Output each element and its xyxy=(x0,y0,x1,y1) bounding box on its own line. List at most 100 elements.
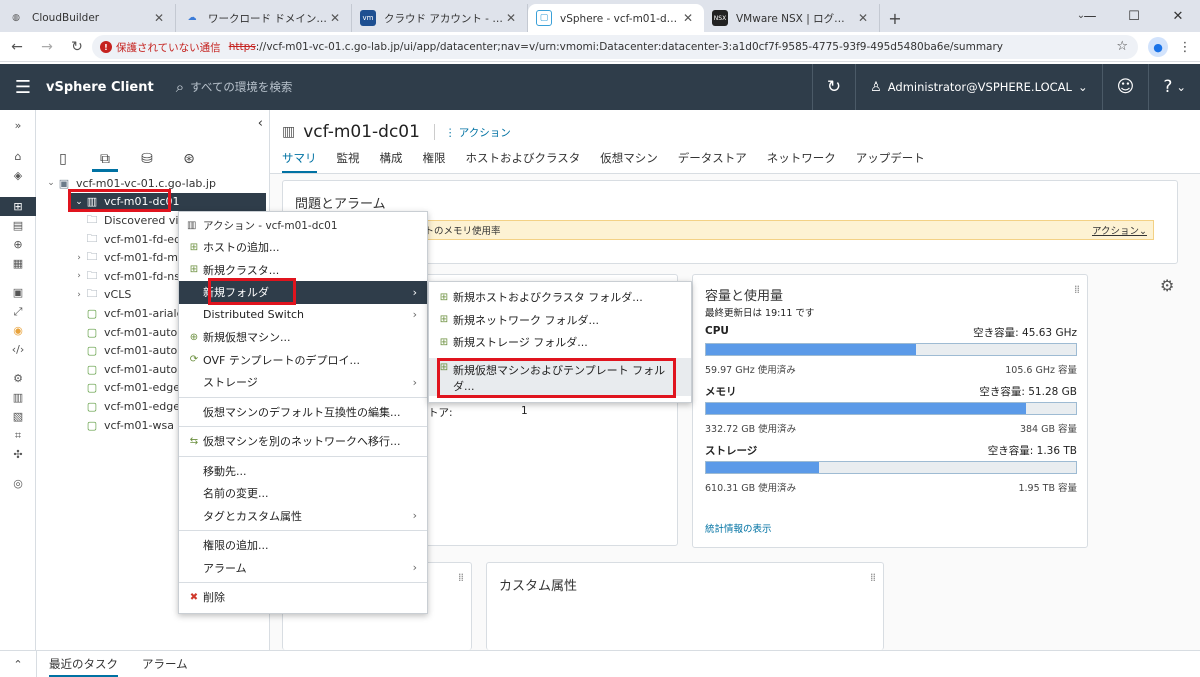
vms-templates-tab-icon[interactable]: ⧉ xyxy=(84,146,126,172)
security-warning[interactable]: ! 保護されていない通信 xyxy=(100,40,221,55)
menu-item[interactable]: ✖ 削除 xyxy=(179,586,427,609)
close-icon[interactable]: ✕ xyxy=(855,11,871,25)
tab-recent-tasks[interactable]: 最近のタスク xyxy=(49,651,118,677)
submenu-item[interactable]: ⊞ 新規ストレージ フォルダ... xyxy=(429,331,691,354)
tab-object-7[interactable]: ネットワーク xyxy=(767,150,836,172)
feedback-icon[interactable]: ☺ xyxy=(1103,64,1149,110)
networking-tab-icon[interactable]: ⊛ xyxy=(168,146,210,172)
lifecycle-icon[interactable]: ◉ xyxy=(0,321,36,340)
shortcuts-icon[interactable]: ◈ xyxy=(0,166,36,185)
tab-object-0[interactable]: サマリ xyxy=(282,150,317,174)
menu-item[interactable]: ストレージ › xyxy=(179,371,427,394)
menu-item[interactable]: 仮想マシンのデフォルト互換性の編集... xyxy=(179,401,427,424)
drag-handle-icon[interactable]: ⁞⁞ xyxy=(1074,283,1080,296)
resource-free: 空き容量: 45.63 GHz xyxy=(973,327,1077,339)
tab-object-1[interactable]: 監視 xyxy=(337,150,360,172)
chevron-down-icon[interactable]: ⌄ xyxy=(46,178,56,188)
submenu-item[interactable]: ⊞ 新規ホストおよびクラスタ フォルダ... xyxy=(429,286,691,309)
browser-tab-assembler[interactable]: vm クラウド アカウント - Assembler ✕ xyxy=(352,4,528,32)
tree-item-label: vcf-m01-fd-mg xyxy=(104,251,186,265)
forward-icon[interactable]: → xyxy=(34,34,60,60)
skyline-icon[interactable]: ◎ xyxy=(0,474,36,493)
plugins-icon[interactable]: ✣ xyxy=(0,445,36,464)
menu-item[interactable]: タグとカスタム属性 › xyxy=(179,505,427,528)
workload-icon[interactable]: ⊕ xyxy=(0,235,36,254)
gear-icon[interactable]: ⚙ xyxy=(1160,276,1174,295)
alarm-actions-link[interactable]: アクション⌄ xyxy=(1092,223,1147,237)
user-menu[interactable]: ♙ Administrator@VSPHERE.LOCAL ⌄ xyxy=(856,64,1101,110)
reload-icon[interactable]: ↻ xyxy=(64,34,90,60)
help-menu[interactable]: ? ⌄ xyxy=(1149,64,1200,110)
chevron-up-icon[interactable]: ⌃ xyxy=(0,658,36,671)
drag-handle-icon[interactable]: ⁞⁞ xyxy=(870,571,876,584)
global-inventory-icon[interactable]: ▦ xyxy=(0,254,36,273)
close-window-icon[interactable]: ✕ xyxy=(1156,0,1200,32)
menu-item[interactable]: アラーム › xyxy=(179,557,427,580)
shortcut-rail: » ⌂ ◈ ⊞ ▤ ⊕ ▦ ▣ ⤢ ◉ ‹/› ⚙ ▥ ▧ ⌗ ✣ ◎ xyxy=(0,110,36,650)
menu-item[interactable]: ⇆ 仮想マシンを別のネットワークへ移行... xyxy=(179,430,427,453)
actions-menu-button[interactable]: ⋮ アクション xyxy=(445,125,511,140)
expand-rail-icon[interactable]: » xyxy=(0,116,36,135)
menu-item[interactable]: Distributed Switch › xyxy=(179,304,427,327)
menu-item[interactable]: ⟳ OVF テンプレートのデプロイ... xyxy=(179,349,427,372)
tasks-icon[interactable]: ▥ xyxy=(0,388,36,407)
tab-object-6[interactable]: データストア xyxy=(678,150,747,172)
browser-tab-vsphere[interactable]: ▢ vSphere - vcf-m01-dc01 - サマリ ✕ xyxy=(528,4,704,32)
menu-item-label: 移動先... xyxy=(203,464,247,478)
auto-deploy-icon[interactable]: ⤢ xyxy=(0,302,36,321)
tags-icon[interactable]: ⌗ xyxy=(0,426,36,445)
hamburger-menu-icon[interactable]: ☰ xyxy=(0,77,46,98)
policies-icon[interactable]: ▣ xyxy=(0,283,36,302)
maximize-icon[interactable]: ☐ xyxy=(1112,0,1156,32)
refresh-icon[interactable]: ↻ xyxy=(813,64,855,110)
close-icon[interactable]: ✕ xyxy=(151,11,167,25)
new-tab-button[interactable]: + xyxy=(880,4,910,32)
menu-item[interactable]: 権限の追加... xyxy=(179,534,427,557)
menu-item[interactable]: ⊞ ホストの追加... xyxy=(179,236,427,259)
profile-icon[interactable]: ● xyxy=(1148,37,1168,57)
capacity-resource: CPU 空き容量: 45.63 GHz 59.97 GHz 使用済み 105.6 GH… xyxy=(705,325,1077,376)
close-icon[interactable]: ✕ xyxy=(327,11,343,25)
developer-icon[interactable]: ‹/› xyxy=(0,340,36,359)
datacenter-icon: ▥ xyxy=(187,219,197,231)
storage-tab-icon[interactable]: ⛁ xyxy=(126,146,168,172)
tab-object-2[interactable]: 構成 xyxy=(380,150,403,172)
events-icon[interactable]: ▧ xyxy=(0,407,36,426)
minimize-icon[interactable]: — xyxy=(1068,0,1112,32)
migrate-network-icon: ⇆ xyxy=(189,435,199,447)
hosts-clusters-tab-icon[interactable]: ▯ xyxy=(42,146,84,172)
tab-object-5[interactable]: 仮想マシン xyxy=(600,150,658,172)
stats-link[interactable]: 統計情報の表示 xyxy=(705,521,772,535)
tab-object-8[interactable]: アップデート xyxy=(856,150,925,172)
administration-icon[interactable]: ⚙ xyxy=(0,369,36,388)
chevron-right-icon[interactable]: › xyxy=(74,290,84,300)
menu-item[interactable]: 名前の変更... xyxy=(179,482,427,505)
tab-title: ワークロード ドメイン - サマリ xyxy=(208,12,327,25)
back-icon[interactable]: ← xyxy=(4,34,30,60)
new-cluster-icon: ⊞ xyxy=(189,264,199,276)
tab-object-4[interactable]: ホストおよびクラスタ xyxy=(466,150,581,172)
tab-object-3[interactable]: 権限 xyxy=(423,150,446,172)
content-library-icon[interactable]: ▤ xyxy=(0,216,36,235)
collapse-panel-icon[interactable]: ‹ xyxy=(258,116,263,131)
global-search[interactable]: ⌕ すべての環境を検索 xyxy=(176,78,293,96)
menu-item[interactable]: 移動先... xyxy=(179,460,427,483)
home-icon[interactable]: ⌂ xyxy=(0,147,36,166)
star-icon[interactable]: ☆ xyxy=(1116,39,1128,54)
drag-handle-icon[interactable]: ⁞⁞ xyxy=(458,571,464,584)
inventory-icon[interactable]: ⊞ xyxy=(0,197,36,216)
menu-item[interactable]: ⊕ 新規仮想マシン... xyxy=(179,326,427,349)
more-icon[interactable]: ⋮ xyxy=(1176,37,1194,57)
browser-tab-workload-domain[interactable]: ☁ ワークロード ドメイン - サマリ ✕ xyxy=(176,4,352,32)
submenu-item[interactable]: ⊞ 新規ネットワーク フォルダ... xyxy=(429,309,691,332)
browser-tab-cloudbuilder[interactable]: ◍ CloudBuilder ✕ xyxy=(0,4,176,32)
chevron-right-icon[interactable]: › xyxy=(74,271,84,281)
tab-alarms[interactable]: アラーム xyxy=(142,651,188,677)
search-icon: ⌕ xyxy=(175,78,185,96)
close-icon[interactable]: ✕ xyxy=(503,11,519,25)
context-menu: ▥ アクション - vcf-m01-dc01 ⊞ ホストの追加... ⊞ 新規クラスタ..… xyxy=(178,211,428,614)
url-input[interactable]: ! 保護されていない通信 https ://vcf-m01-vc-01.c.go… xyxy=(92,35,1138,59)
browser-tab-nsx[interactable]: NSX VMware NSX | ログイン ✕ xyxy=(704,4,880,32)
chevron-right-icon[interactable]: › xyxy=(74,253,84,263)
close-icon[interactable]: ✕ xyxy=(680,11,696,25)
